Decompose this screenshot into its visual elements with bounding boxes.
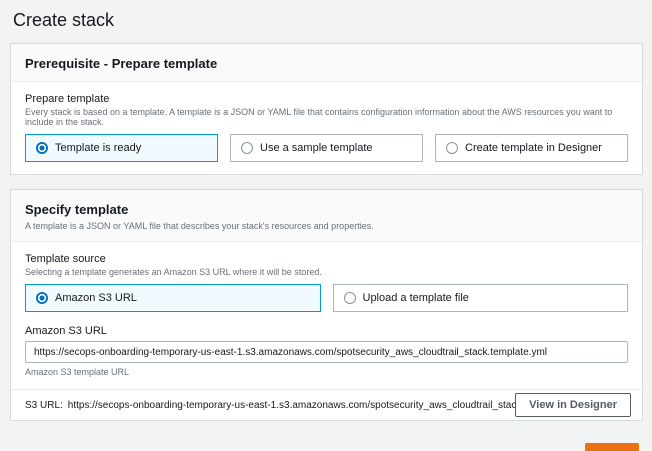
prerequisite-card-header: Prerequisite - Prepare template [11, 44, 642, 82]
radio-tile-amazon-s3-url[interactable]: Amazon S3 URL [25, 284, 321, 312]
radio-unselected-icon[interactable] [344, 292, 356, 304]
amazon-s3-url-input[interactable] [25, 341, 628, 363]
template-source-label: Template source [25, 253, 628, 265]
prepare-template-options: Template is ready Use a sample template … [25, 134, 628, 162]
prepare-template-description: Every stack is based on a template. A te… [25, 107, 628, 127]
radio-tile-label: Template is ready [55, 142, 141, 154]
prepare-template-label: Prepare template [25, 93, 628, 105]
radio-unselected-icon[interactable] [446, 142, 458, 154]
radio-tile-label: Create template in Designer [465, 142, 602, 154]
specify-template-card-footer: S3 URL: https://secops-onboarding-tempora… [11, 389, 642, 420]
amazon-s3-url-label: Amazon S3 URL [25, 325, 628, 337]
radio-tile-create-template-in-designer[interactable]: Create template in Designer [435, 134, 628, 162]
view-in-designer-button[interactable]: View in Designer [515, 393, 631, 417]
template-source-options: Amazon S3 URL Upload a template file [25, 284, 628, 312]
radio-tile-label: Amazon S3 URL [55, 292, 137, 304]
next-button[interactable]: Next [585, 443, 639, 451]
amazon-s3-url-hint: Amazon S3 template URL [25, 367, 628, 377]
radio-tile-upload-template-file[interactable]: Upload a template file [333, 284, 629, 312]
specify-template-card: Specify template A template is a JSON or… [10, 189, 643, 421]
page-title: Create stack [10, 6, 643, 43]
specify-template-title: Specify template [25, 202, 628, 217]
prerequisite-card: Prerequisite - Prepare template Prepare … [10, 43, 643, 175]
radio-unselected-icon[interactable] [241, 142, 253, 154]
radio-selected-icon[interactable] [36, 292, 48, 304]
radio-tile-label: Use a sample template [260, 142, 373, 154]
radio-tile-label: Upload a template file [363, 292, 469, 304]
s3-url-line-label: S3 URL: [25, 400, 63, 411]
s3-url-line: S3 URL: https://secops-onboarding-tempora… [25, 400, 515, 411]
s3-url-line-value: https://secops-onboarding-temporary-us-e… [68, 400, 515, 411]
prerequisite-card-title: Prerequisite - Prepare template [25, 56, 628, 71]
radio-tile-template-is-ready[interactable]: Template is ready [25, 134, 218, 162]
wizard-actions: Cancel Next [10, 435, 643, 451]
prerequisite-card-body: Prepare template Every stack is based on… [11, 82, 642, 174]
specify-template-card-body: Template source Selecting a template gen… [11, 242, 642, 389]
radio-tile-use-sample-template[interactable]: Use a sample template [230, 134, 423, 162]
template-source-description: Selecting a template generates an Amazon… [25, 267, 628, 277]
specify-template-subtitle: A template is a JSON or YAML file that d… [25, 221, 628, 231]
create-stack-page: Create stack Prerequisite - Prepare temp… [0, 0, 652, 451]
radio-selected-icon[interactable] [36, 142, 48, 154]
specify-template-card-header: Specify template A template is a JSON or… [11, 190, 642, 242]
amazon-s3-url-group: Amazon S3 URL Amazon S3 template URL [25, 325, 628, 377]
